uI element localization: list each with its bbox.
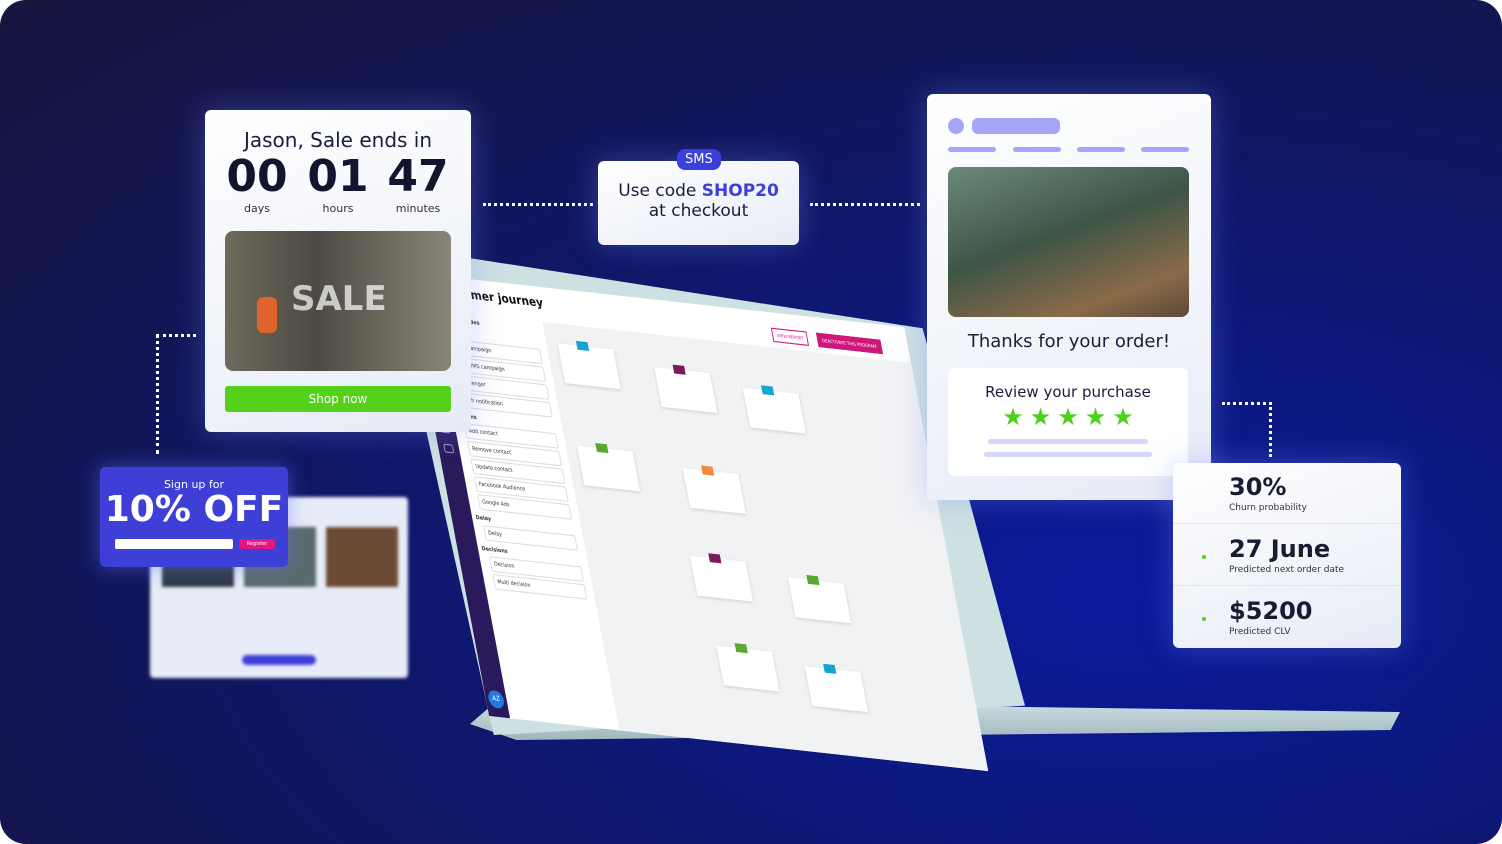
deactivate-button[interactable]: DEACTIVATE THIS PROGRAM bbox=[815, 332, 883, 355]
star-icon: ★ bbox=[1084, 403, 1107, 431]
sms-line2: at checkout bbox=[648, 201, 749, 221]
connector-dots bbox=[483, 203, 593, 206]
countdown-card: Jason, Sale ends in 00 days 01 hours 47 min… bbox=[205, 110, 471, 432]
connector-dots bbox=[1222, 402, 1272, 457]
star-icon: ★ bbox=[1112, 403, 1134, 431]
stat-next-order: 27 June Predicted next order date bbox=[1173, 525, 1401, 586]
star-icon: ★ bbox=[1029, 403, 1052, 431]
journey-node[interactable] bbox=[557, 340, 621, 390]
order-confirmation-card: Thanks for your order! Review your purch… bbox=[927, 94, 1211, 500]
review-box: Review your purchase ★ ★ ★ ★ ★ bbox=[948, 368, 1188, 476]
review-label: Review your purchase bbox=[985, 383, 1151, 401]
email-input[interactable] bbox=[115, 539, 233, 549]
sms-message: Use code SHOP20 bbox=[618, 181, 779, 201]
register-button[interactable]: Register bbox=[239, 539, 275, 549]
connector-dots bbox=[810, 203, 920, 206]
shop-now-button[interactable]: Shop now bbox=[225, 386, 451, 412]
app-screen: AZ Customer journey VIEW REPORT DEACTIVA… bbox=[405, 272, 989, 772]
star-icon: ★ bbox=[1057, 403, 1079, 431]
journey-node[interactable] bbox=[804, 663, 869, 713]
journey-node[interactable] bbox=[689, 553, 754, 602]
journey-node[interactable] bbox=[576, 442, 641, 492]
journey-node[interactable] bbox=[654, 364, 718, 414]
connector-dots bbox=[156, 334, 196, 454]
promo-code: SHOP20 bbox=[701, 181, 779, 201]
avatar[interactable]: AZ bbox=[486, 689, 506, 710]
stat-churn: 30% Churn probability bbox=[1173, 463, 1401, 524]
journey-node[interactable] bbox=[716, 643, 780, 692]
journey-node[interactable] bbox=[742, 385, 806, 434]
signup-offer: 10% OFF bbox=[104, 489, 284, 530]
apps-icon[interactable] bbox=[443, 443, 455, 454]
couple-photo bbox=[948, 167, 1189, 317]
sale-image: SALE bbox=[225, 231, 451, 371]
star-rating[interactable]: ★ ★ ★ ★ ★ bbox=[948, 403, 1188, 431]
predictions-card: 30% Churn probability 27 June Predicted ne… bbox=[1173, 463, 1401, 648]
countdown-days: 00 days bbox=[226, 151, 288, 216]
signup-popup: Sign up for 10% OFF Register bbox=[100, 467, 288, 567]
countdown-minutes: 47 minutes bbox=[387, 151, 449, 216]
countdown-title: Jason, Sale ends in bbox=[243, 128, 433, 152]
hero-illustration: AZ Customer journey VIEW REPORT DEACTIVA… bbox=[0, 0, 1502, 844]
journey-node[interactable] bbox=[787, 574, 852, 624]
view-report-button[interactable]: VIEW REPORT bbox=[770, 327, 810, 347]
journey-node[interactable] bbox=[682, 465, 746, 514]
star-icon: ★ bbox=[1002, 403, 1024, 431]
stat-clv: $5200 Predicted CLV bbox=[1173, 587, 1401, 648]
countdown-hours: 01 hours bbox=[307, 151, 369, 216]
sms-badge: SMS bbox=[677, 149, 721, 170]
thanks-message: Thanks for your order! bbox=[967, 331, 1171, 352]
sms-card: SMS Use code SHOP20 at checkout bbox=[598, 149, 799, 245]
